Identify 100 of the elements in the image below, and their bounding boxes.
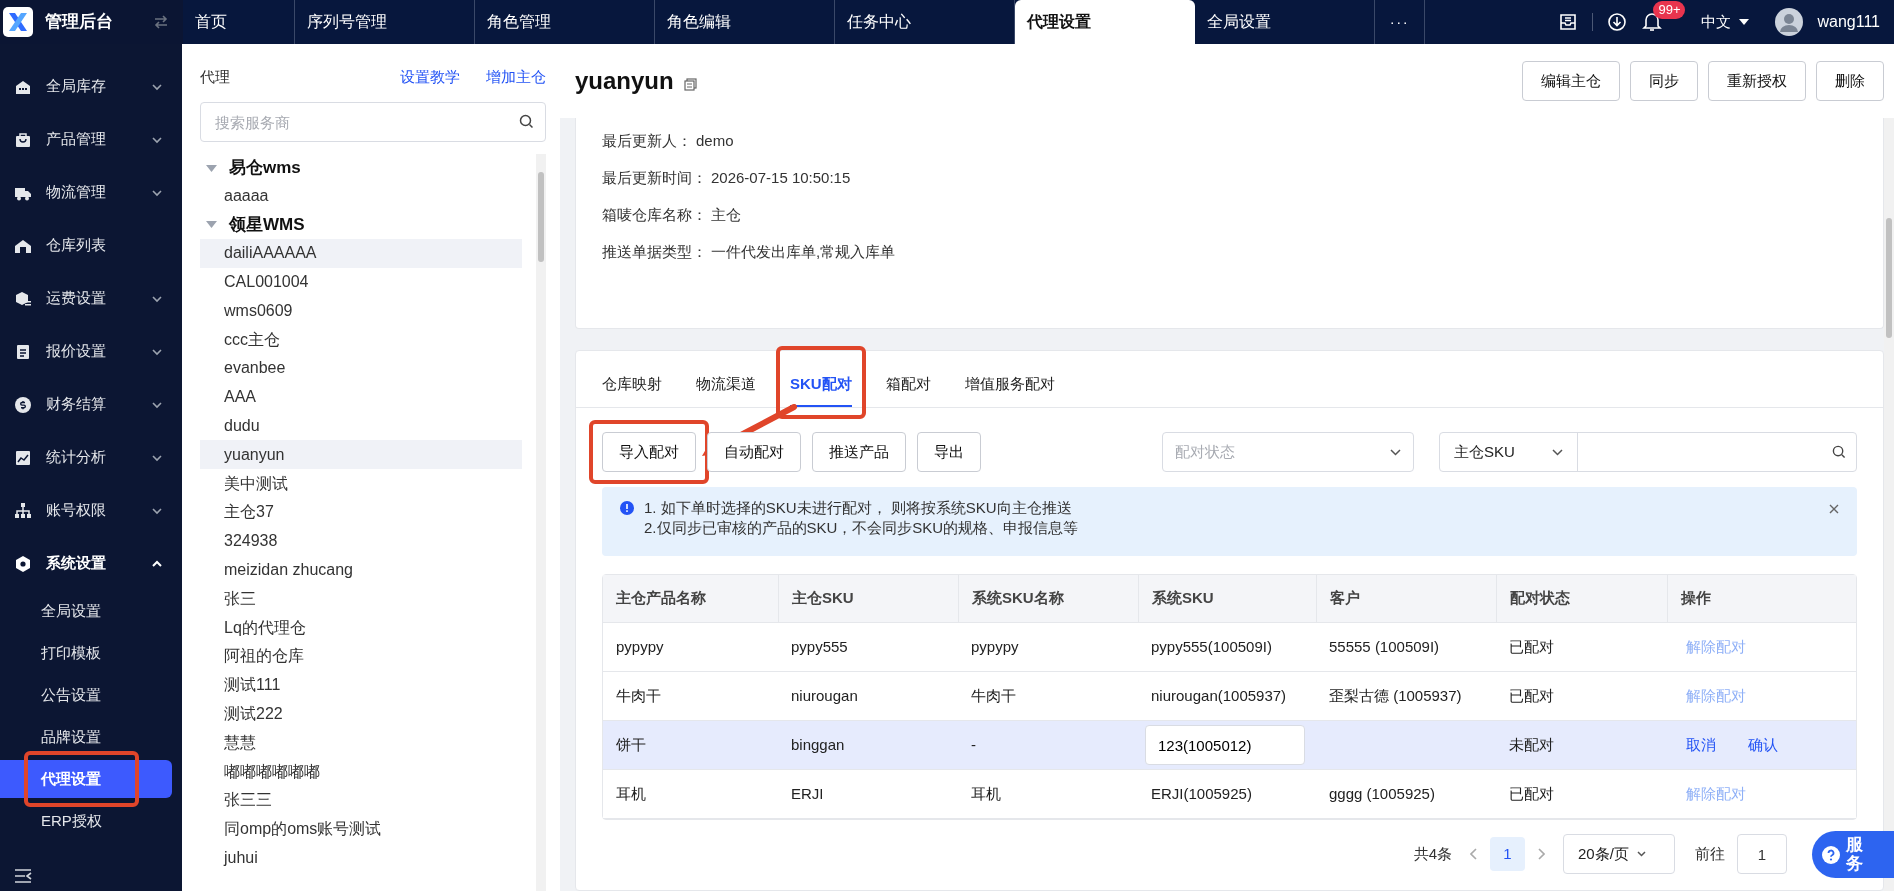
sidebar-item[interactable]: 统计分析 bbox=[0, 431, 182, 484]
top-tab[interactable]: 首页 bbox=[183, 0, 294, 44]
expand-triangle-icon[interactable] bbox=[206, 221, 217, 229]
tree-item[interactable]: aaaaa bbox=[200, 182, 522, 211]
chevron-down-icon bbox=[1390, 448, 1401, 456]
tab[interactable]: SKU配对 bbox=[790, 363, 852, 407]
tree-item[interactable]: dailiAAAAAA bbox=[200, 238, 522, 268]
more-tabs-button[interactable]: ··· bbox=[1389, 10, 1410, 34]
table-cell-text: 已配对 bbox=[1509, 636, 1554, 657]
top-tab[interactable]: 代理设置 bbox=[1015, 0, 1195, 44]
total-count: 共4条 bbox=[1413, 843, 1452, 864]
tree-item[interactable]: 测试222 bbox=[200, 699, 522, 729]
tree-item[interactable]: ccc主仓 bbox=[200, 325, 522, 354]
next-page-icon[interactable] bbox=[1537, 848, 1545, 860]
top-tab[interactable]: 任务中心 bbox=[835, 0, 1014, 44]
panel-link[interactable]: 设置教学 bbox=[400, 65, 460, 89]
sidebar-item[interactable]: 仓库列表 bbox=[0, 219, 182, 272]
tree-item[interactable]: dudu bbox=[200, 411, 522, 441]
avatar-icon[interactable] bbox=[1775, 8, 1804, 36]
sidebar-subitem[interactable]: 全局设置 bbox=[0, 592, 172, 630]
top-tab[interactable]: 角色管理 bbox=[475, 0, 654, 44]
sidebar-item[interactable]: 运费设置 bbox=[0, 272, 182, 325]
toolbar-button[interactable]: 自动配对 bbox=[707, 432, 801, 472]
tree-item[interactable]: CAL001004 bbox=[200, 267, 522, 297]
hexagon-icon bbox=[14, 554, 32, 573]
sidebar-item[interactable]: 账号权限 bbox=[0, 484, 182, 537]
table-cell-text: - bbox=[971, 734, 976, 755]
header-button[interactable]: 同步 bbox=[1630, 61, 1698, 101]
action-link[interactable]: 取消 bbox=[1686, 733, 1716, 757]
tree-item[interactable]: 美中测试 bbox=[200, 469, 522, 498]
service-button[interactable]: 服务 bbox=[1812, 831, 1894, 878]
sidebar-item[interactable]: 物流管理 bbox=[0, 166, 182, 219]
tree-item[interactable]: meizidan zhucang bbox=[200, 555, 522, 585]
menu-collapse-icon[interactable] bbox=[14, 869, 32, 883]
info-icon bbox=[620, 501, 634, 515]
toolbar-button[interactable]: 导出 bbox=[917, 432, 981, 472]
tree-item[interactable]: 测试111 bbox=[200, 670, 522, 700]
table-cell-text: 耳机 bbox=[971, 783, 1001, 804]
search-icon[interactable] bbox=[519, 114, 534, 129]
tree-item[interactable]: 主仓37 bbox=[200, 497, 522, 527]
tab[interactable]: 物流渠道 bbox=[696, 363, 756, 407]
tree-group-label[interactable]: 领星WMS bbox=[229, 212, 305, 238]
inbox-icon[interactable] bbox=[1558, 12, 1579, 32]
scrollbar[interactable] bbox=[1884, 118, 1894, 891]
close-icon[interactable] bbox=[1829, 504, 1839, 514]
search-field[interactable]: 搜索服务商 bbox=[200, 102, 546, 142]
tree-item[interactable]: AAA bbox=[200, 382, 522, 412]
header-button[interactable]: 编辑主仓 bbox=[1522, 61, 1620, 101]
tree-group-label[interactable]: 易仓wms bbox=[229, 155, 301, 181]
top-tab[interactable]: 角色编辑 bbox=[655, 0, 834, 44]
action-link[interactable]: 确认 bbox=[1748, 733, 1778, 757]
page-input[interactable]: 1 bbox=[1737, 834, 1787, 874]
sidebar-item[interactable]: 系统设置 bbox=[0, 537, 182, 590]
tree-item[interactable]: yuanyun bbox=[200, 440, 522, 470]
tree-item[interactable]: 阿祖的仓库 bbox=[200, 641, 522, 671]
prev-page-icon[interactable] bbox=[1470, 848, 1478, 860]
column-header: 操作 bbox=[1681, 588, 1711, 609]
sidebar-subitem[interactable]: ERP授权 bbox=[0, 802, 172, 840]
tab[interactable]: 箱配对 bbox=[885, 363, 931, 407]
download-icon[interactable] bbox=[1607, 12, 1628, 32]
expand-triangle-icon[interactable] bbox=[206, 164, 217, 172]
tree-item[interactable]: wms0609 bbox=[200, 296, 522, 326]
collapse-toggle-icon[interactable] bbox=[153, 15, 169, 29]
sidebar-item[interactable]: 产品管理 bbox=[0, 113, 182, 166]
tree-item[interactable]: 张三 bbox=[200, 584, 522, 614]
sidebar-subitem[interactable]: 品牌设置 bbox=[0, 718, 172, 756]
table-cell-text: 已配对 bbox=[1509, 685, 1554, 706]
page-button[interactable]: 1 bbox=[1490, 837, 1525, 871]
language-dropdown[interactable]: 中文 bbox=[1701, 10, 1750, 34]
panel-link[interactable]: 增加主仓 bbox=[486, 65, 546, 89]
field-value: demo bbox=[696, 130, 734, 151]
toolbar-button[interactable]: 推送产品 bbox=[812, 432, 906, 472]
tree-item[interactable]: evanbee bbox=[200, 354, 522, 383]
sidebar-subitem[interactable]: 代理设置 bbox=[0, 760, 172, 798]
top-tab[interactable]: 序列号管理 bbox=[295, 0, 474, 44]
scrollbar[interactable] bbox=[536, 154, 546, 891]
top-tab[interactable]: 全局设置 bbox=[1195, 0, 1374, 44]
tab[interactable]: 增值服务配对 bbox=[964, 363, 1055, 407]
notice-text: 2.仅同步已审核的产品的SKU，不会同步SKU的规格、申报信息等 bbox=[644, 518, 1079, 538]
tree-item[interactable]: juhui bbox=[200, 843, 522, 873]
sidebar-item[interactable]: 报价设置 bbox=[0, 325, 182, 378]
copy-icon[interactable] bbox=[683, 77, 697, 91]
tab[interactable]: 仓库映射 bbox=[602, 363, 662, 407]
notification-badge: 99+ bbox=[1653, 1, 1686, 19]
tree-item[interactable]: 张三三 bbox=[200, 785, 522, 815]
tree-item[interactable]: 324938 bbox=[200, 526, 522, 556]
header-button[interactable]: 重新授权 bbox=[1708, 61, 1806, 101]
sidebar-subitem[interactable]: 打印模板 bbox=[0, 634, 172, 672]
tree-item[interactable]: 慧慧 bbox=[200, 728, 522, 758]
toolbar-button[interactable]: 导入配对 bbox=[602, 432, 696, 472]
tree-item[interactable]: Lq的代理仓 bbox=[200, 613, 522, 642]
sku-input[interactable]: 123(1005012) bbox=[1145, 725, 1305, 765]
tree-item[interactable]: 嘟嘟嘟嘟嘟嘟 bbox=[200, 757, 522, 786]
header-button[interactable]: 删除 bbox=[1816, 61, 1884, 101]
user-name[interactable]: wang111 bbox=[1817, 10, 1880, 34]
sidebar-item[interactable]: 全局库存 bbox=[0, 60, 182, 113]
sidebar-subitem[interactable]: 公告设置 bbox=[0, 676, 172, 714]
sidebar-item[interactable]: 财务结算 bbox=[0, 378, 182, 431]
tree-item[interactable]: 同omp的oms账号测试 bbox=[200, 814, 522, 844]
page-size-select[interactable]: 20条/页 bbox=[1563, 834, 1675, 874]
